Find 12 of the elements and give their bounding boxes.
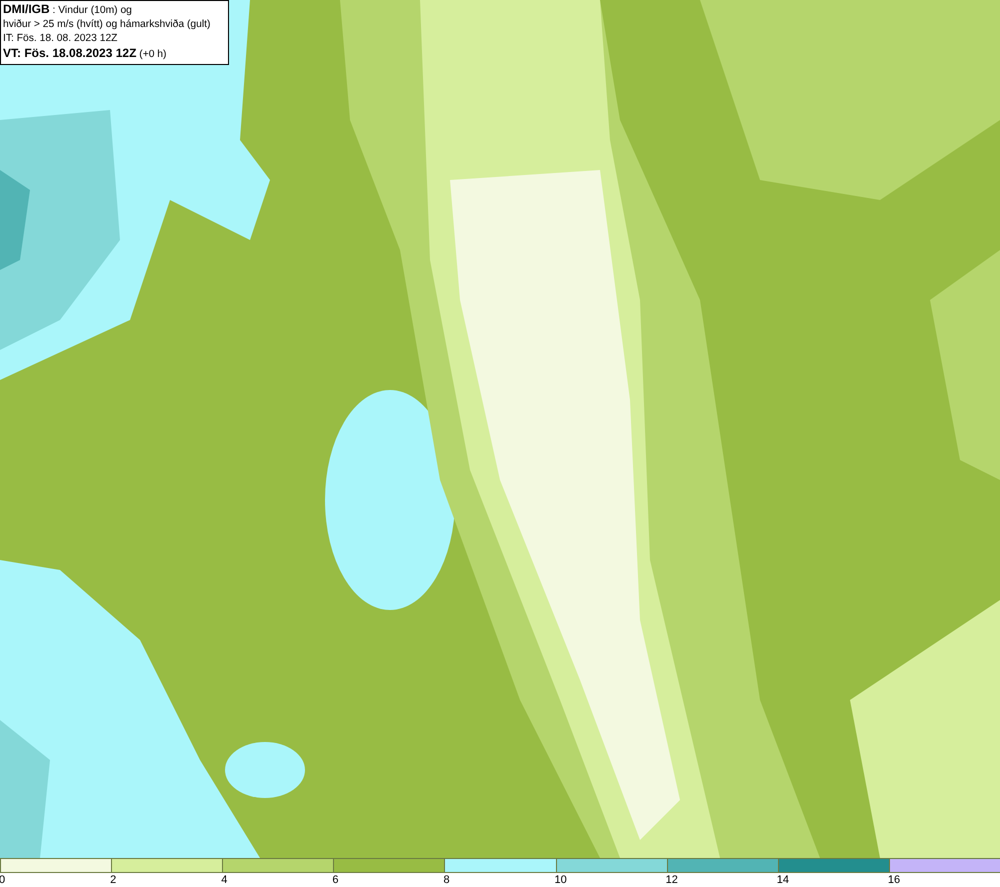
legend-label: 12 [666,873,678,887]
legend-label: 14 [776,873,790,887]
legend-label: 2 [110,873,116,887]
map-title: DMI/IGB : Vindur (10m) og [3,2,133,18]
valid-time: VT: Fös. 18.08.2023 12Z (+0 h) [3,46,168,62]
legend-label: 8 [443,873,450,887]
legend-label: 10 [554,873,567,887]
legend-label: 4 [221,873,228,887]
legend-label: 6 [332,873,338,887]
legend-label: 16 [888,873,900,887]
initial-time: IT: Fös. 18. 08. 2023 12Z [3,32,118,46]
map-subtitle: hviður > 25 m/s (hvítt) og hámarkshviða (gult) [3,18,212,32]
